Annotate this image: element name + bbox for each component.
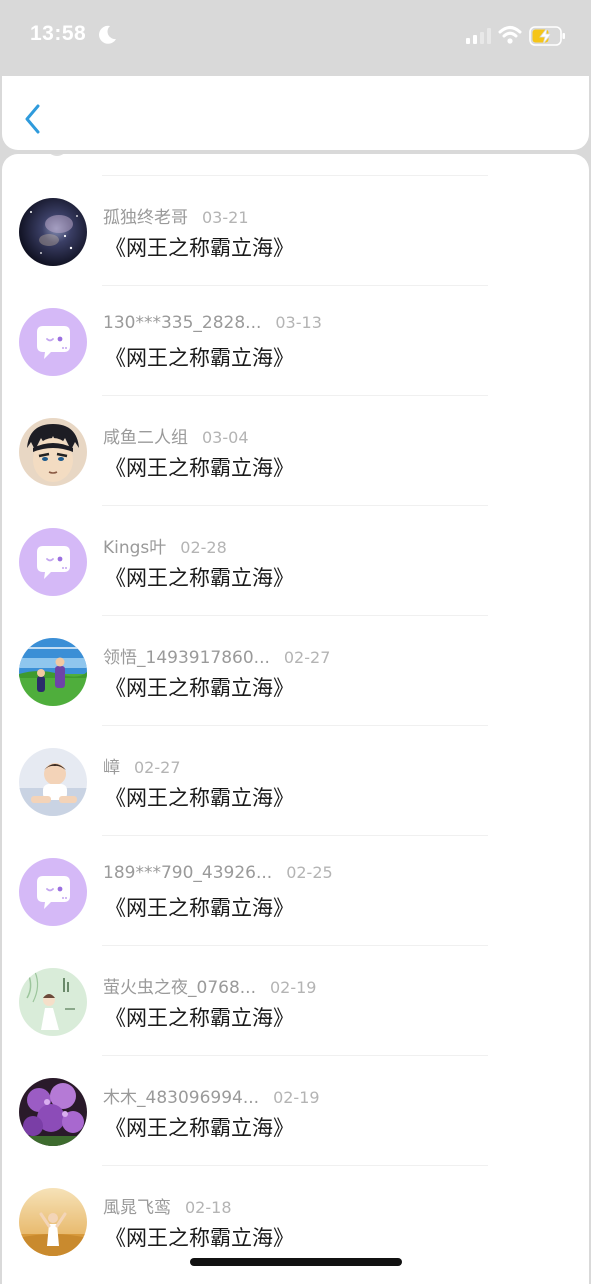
item-meta: 萤火虫之夜_0768... 02-19 [103, 973, 316, 998]
book-title: 《网王之称霸立海》 [105, 456, 294, 480]
item-meta: 木木_483096994... 02-19 [103, 1083, 320, 1108]
user-name: 木木_483096994... [103, 1088, 260, 1108]
book-title: 《网王之称霸立海》 [105, 896, 294, 920]
divider [102, 395, 488, 396]
partial-row-remnant [50, 154, 64, 156]
user-name: 嶂 [103, 758, 120, 778]
anime-character-avatar-image [19, 418, 87, 486]
nav-header [2, 76, 589, 150]
list-item[interactable]: 咸鱼二人组 03-04 《网王之称霸立海》 [2, 417, 589, 527]
list-item[interactable]: 189***790_43926... 02-25 《网王之称霸立海》 [2, 857, 589, 967]
book-title: 《网王之称霸立海》 [105, 786, 294, 810]
list-item[interactable]: 领悟_1493917860... 02-27 《网王之称霸立海》 [2, 637, 589, 747]
home-indicator[interactable] [190, 1258, 402, 1266]
user-name: 孤独终老哥 [103, 208, 188, 228]
date: 02-18 [185, 1198, 232, 1217]
item-meta: 咸鱼二人组 03-04 [103, 423, 249, 448]
user-name: 130***335_2828... [103, 313, 262, 333]
date: 02-25 [286, 863, 333, 882]
date: 02-28 [180, 538, 227, 557]
item-meta: 風晁飞鸾 02-18 [103, 1193, 232, 1218]
field-photo-avatar-image [19, 638, 87, 706]
date: 02-19 [269, 978, 317, 997]
battery-charging-icon [529, 26, 565, 46]
user-name: Kings叶 [103, 538, 167, 558]
divider [102, 725, 488, 726]
divider [102, 615, 488, 616]
book-title: 《网王之称霸立海》 [105, 236, 294, 260]
user-name: 風晁飞鸾 [103, 1198, 171, 1218]
date: 02-27 [134, 758, 181, 777]
date: 03-21 [202, 208, 249, 227]
avatar [19, 528, 87, 596]
chevron-left-icon[interactable] [22, 103, 44, 135]
illustration-avatar-image [19, 968, 87, 1036]
divider [102, 505, 488, 506]
reader-list: 孤独终老哥 03-21 《网王之称霸立海》 130***335_2828... 03… [2, 154, 589, 1284]
wifi-icon [498, 26, 522, 44]
avatar [19, 308, 87, 376]
moon-icon [99, 25, 116, 44]
avatar [19, 1188, 87, 1256]
list-item[interactable]: 風晁飞鸾 02-18 《网王之称霸立海》 [2, 1187, 589, 1284]
divider [102, 835, 488, 836]
avatar [19, 418, 87, 486]
divider [102, 175, 488, 176]
divider [102, 1055, 488, 1056]
divider [102, 1165, 488, 1166]
list-item[interactable]: 孤独终老哥 03-21 《网王之称霸立海》 [2, 197, 589, 307]
list-item[interactable]: 嶂 02-27 《网王之称霸立海》 [2, 747, 589, 857]
default-chat-avatar-icon [19, 308, 87, 376]
divider [102, 285, 488, 286]
item-meta: 130***335_2828... 03-13 [103, 313, 322, 333]
book-title: 《网王之称霸立海》 [105, 566, 294, 590]
user-name: 咸鱼二人组 [103, 428, 188, 448]
date: 02-27 [283, 648, 331, 667]
flowers-avatar-image [19, 1078, 87, 1146]
book-title: 《网王之称霸立海》 [105, 1006, 294, 1030]
book-title: 《网王之称霸立海》 [105, 346, 294, 370]
cellular-signal-icon [466, 28, 491, 44]
item-meta: 孤独终老哥 03-21 [103, 203, 249, 228]
status-time: 13:58 [30, 22, 87, 45]
item-meta: Kings叶 02-28 [103, 533, 227, 558]
item-meta: 189***790_43926... 02-25 [103, 863, 333, 883]
avatar [19, 858, 87, 926]
avatar [19, 198, 87, 266]
date: 02-19 [273, 1088, 320, 1107]
list-item[interactable]: 萤火虫之夜_0768... 02-19 《网王之称霸立海》 [2, 967, 589, 1077]
galaxy-avatar-image [19, 198, 87, 266]
avatar [19, 968, 87, 1036]
avatar [19, 1078, 87, 1146]
list-item[interactable]: 130***335_2828... 03-13 《网王之称霸立海》 [2, 307, 589, 417]
item-meta: 嶂 02-27 [103, 753, 181, 778]
status-bar: 13:58 [0, 0, 591, 76]
list-item[interactable]: 木木_483096994... 02-19 《网王之称霸立海》 [2, 1077, 589, 1187]
baby-photo-avatar-image [19, 748, 87, 816]
user-name: 领悟_1493917860... [103, 648, 270, 668]
item-meta: 领悟_1493917860... 02-27 [103, 643, 330, 668]
book-title: 《网王之称霸立海》 [105, 1226, 294, 1250]
avatar [19, 638, 87, 706]
user-name: 萤火虫之夜_0768... [103, 978, 256, 998]
default-chat-avatar-icon [19, 858, 87, 926]
book-title: 《网王之称霸立海》 [105, 1116, 294, 1140]
sunset-photo-avatar-image [19, 1188, 87, 1256]
divider [102, 945, 488, 946]
avatar [19, 748, 87, 816]
date: 03-13 [275, 313, 322, 332]
default-chat-avatar-icon [19, 528, 87, 596]
book-title: 《网王之称霸立海》 [105, 676, 294, 700]
list-item[interactable]: Kings叶 02-28 《网王之称霸立海》 [2, 527, 589, 637]
user-name: 189***790_43926... [103, 863, 273, 883]
date: 03-04 [202, 428, 249, 447]
